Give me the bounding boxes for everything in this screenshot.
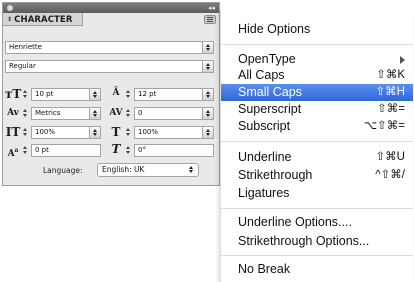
menu-item-shortcut: ⇧⌘H [375, 86, 405, 98]
menu-item-superscript[interactable]: Superscript ⇧⌘= [221, 101, 413, 118]
menu-item-label: Strikethrough [238, 168, 313, 182]
menu-item-strikethrough-options[interactable]: Strikethrough Options... [221, 233, 413, 250]
baseline-shift-field[interactable]: 0 pt [31, 144, 101, 157]
menu-item-hide-options[interactable]: Hide Options [221, 21, 413, 38]
language-value: English: UK [102, 165, 145, 174]
menu-item-shortcut: ⇧⌘K [376, 69, 405, 81]
vertical-scale-dropdown-icon[interactable] [89, 127, 100, 138]
menu-separator [221, 255, 413, 256]
vertical-scale-icon: IT [5, 125, 21, 139]
baseline-shift-icon: Aa [7, 147, 19, 159]
menu-item-label: Underline Options.... [238, 215, 352, 229]
kerning-dropdown-icon[interactable] [89, 108, 100, 119]
menu-separator [221, 44, 413, 45]
tracking-dropdown-icon[interactable] [202, 108, 213, 119]
vertical-scale-field[interactable]: 100% [31, 126, 101, 139]
menu-item-shortcut: ^⇧⌘/ [375, 169, 405, 181]
menu-item-small-caps[interactable]: Small Caps ⇧⌘H [221, 84, 413, 101]
menu-item-label: Hide Options [238, 22, 311, 36]
leading-field[interactable]: 12 pt [134, 88, 214, 101]
panel-menu-button[interactable] [204, 15, 216, 24]
leading-value: 12 pt [138, 90, 157, 98]
screen: ◂◂ ⇕ CHARACTER Henriette Regular тT 10 pt… [0, 0, 414, 282]
leading-stepper[interactable] [125, 89, 132, 100]
panel-toggle-icon[interactable]: ⇕ [7, 16, 12, 23]
horizontal-scale-dropdown-icon[interactable] [202, 127, 213, 138]
language-label: Language: [43, 166, 83, 175]
font-size-icon: тT [5, 87, 22, 101]
menu-item-strikethrough[interactable]: Strikethrough ^⇧⌘/ [221, 167, 413, 184]
panel-title-bar[interactable]: ◂◂ [3, 3, 219, 13]
language-select[interactable]: English: UK [97, 163, 199, 177]
menu-item-label: Underline [238, 150, 292, 164]
panel-options-menu: Hide Options OpenType All Caps ⇧⌘K Small… [220, 10, 413, 282]
font-family-field[interactable]: Henriette [5, 41, 214, 54]
character-panel: ◂◂ ⇕ CHARACTER Henriette Regular тT 10 pt… [2, 2, 220, 186]
tracking-icon: AV [109, 108, 123, 118]
menu-item-label: Superscript [238, 102, 302, 116]
kerning-field[interactable]: Metrics [31, 107, 101, 120]
submenu-arrow-icon [400, 56, 405, 64]
menu-item-label: Strikethrough Options... [238, 234, 370, 248]
font-size-field[interactable]: 10 pt [31, 88, 101, 101]
font-style-field[interactable]: Regular [5, 60, 214, 73]
menu-item-label: Small Caps [238, 85, 302, 99]
skew-stepper[interactable] [125, 145, 132, 156]
baseline-shift-value: 0 pt [35, 146, 49, 154]
kerning-icon: Av [7, 108, 19, 118]
horizontal-scale-stepper[interactable] [125, 127, 132, 138]
menu-item-ligatures[interactable]: Ligatures [221, 185, 413, 202]
menu-item-opentype[interactable]: OpenType [221, 51, 413, 68]
menu-item-underline[interactable]: Underline ⇧⌘U [221, 149, 413, 166]
collapse-icon[interactable]: ◂◂ [208, 3, 215, 13]
font-size-stepper[interactable] [22, 89, 29, 100]
font-style-value: Regular [9, 62, 36, 70]
language-dropdown-icon[interactable] [186, 164, 197, 175]
menu-item-shortcut: ⇧⌘U [375, 151, 405, 163]
font-family-dropdown-icon[interactable] [202, 42, 213, 53]
menu-separator [221, 208, 413, 209]
menu-item-underline-options[interactable]: Underline Options.... [221, 214, 413, 231]
horizontal-scale-field[interactable]: 100% [134, 126, 214, 139]
baseline-shift-stepper[interactable] [22, 145, 29, 156]
menu-item-all-caps[interactable]: All Caps ⇧⌘K [221, 67, 413, 84]
tracking-stepper[interactable] [125, 108, 132, 119]
horizontal-scale-icon: T [111, 125, 121, 139]
menu-item-label: Subscript [238, 119, 291, 133]
font-size-dropdown-icon[interactable] [89, 89, 100, 100]
skew-value: 0° [138, 146, 146, 154]
menu-item-label: OpenType [238, 52, 296, 66]
menu-item-subscript[interactable]: Subscript ⌥⇧⌘= [221, 118, 413, 135]
skew-icon: T [111, 142, 121, 156]
horizontal-scale-value: 100% [138, 128, 159, 136]
menu-item-no-break[interactable]: No Break [221, 261, 413, 278]
font-style-dropdown-icon[interactable] [202, 61, 213, 72]
leading-dropdown-icon[interactable] [202, 89, 213, 100]
close-icon[interactable] [7, 5, 13, 11]
vertical-scale-stepper[interactable] [22, 127, 29, 138]
font-family-value: Henriette [9, 43, 42, 51]
kerning-value: Metrics [35, 109, 61, 117]
tab-character[interactable]: ⇕ CHARACTER [3, 13, 83, 26]
tracking-value: 0 [138, 109, 143, 117]
vertical-scale-value: 100% [35, 128, 56, 136]
menu-item-label: No Break [238, 262, 291, 276]
menu-item-label: All Caps [238, 68, 285, 82]
leading-icon: Â [112, 88, 120, 98]
menu-item-shortcut: ⌥⇧⌘= [363, 120, 405, 132]
kerning-stepper[interactable] [22, 108, 29, 119]
font-size-value: 10 pt [35, 90, 54, 98]
skew-field[interactable]: 0° [134, 144, 214, 157]
menu-item-label: Ligatures [238, 186, 290, 200]
menu-separator [221, 141, 413, 142]
tracking-field[interactable]: 0 [134, 107, 214, 120]
tab-character-label: CHARACTER [14, 15, 73, 25]
menu-item-shortcut: ⇧⌘= [377, 103, 405, 115]
